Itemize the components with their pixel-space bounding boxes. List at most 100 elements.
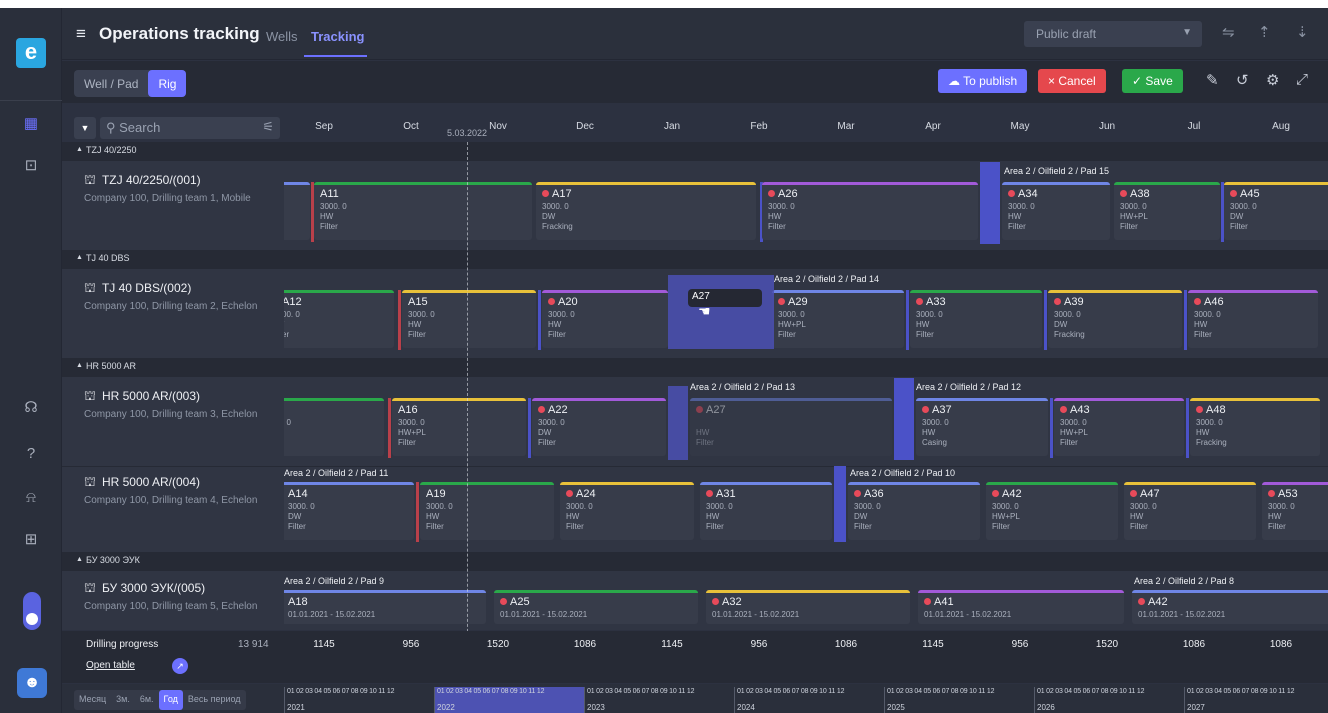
- filter-sliders-icon[interactable]: ⚟: [262, 119, 274, 135]
- upload-icon[interactable]: ⇡: [1258, 23, 1271, 41]
- well-bar[interactable]: . 0: [284, 398, 384, 456]
- well-bar[interactable]: A15 3000. 0 HW Filter: [402, 290, 536, 348]
- well-bar[interactable]: A22 3000. 0 DW Filter: [532, 398, 666, 456]
- support-headset-icon[interactable]: ☊: [21, 398, 41, 418]
- well-bar[interactable]: A45 3000. 0 DW Filter: [1224, 182, 1328, 240]
- well-bar[interactable]: A42 3000. 0 HW+PL Filter: [986, 482, 1118, 540]
- period-6m[interactable]: 6м.: [135, 690, 159, 710]
- well-status-strip: [1132, 590, 1328, 593]
- well-bar[interactable]: A53 3000. 0 HW Filter: [1262, 482, 1328, 540]
- open-arrow-icon[interactable]: ↗: [172, 658, 188, 674]
- pad-label: Area 2 / Oilfield 2 / Pad 10: [850, 468, 956, 478]
- well-name: A48: [1206, 404, 1226, 416]
- well-bar[interactable]: A18 01.01.2021 - 15.02.2021: [284, 590, 486, 624]
- well-bar[interactable]: A48 3000. 0 HW Fracking: [1190, 398, 1320, 456]
- group-header[interactable]: TZJ 40/2250: [62, 142, 1328, 160]
- mode-rig[interactable]: Rig: [148, 70, 187, 97]
- group-header[interactable]: HR 5000 AR: [62, 358, 1328, 376]
- dashboard-grid-icon[interactable]: ▦: [21, 114, 41, 134]
- well-bar[interactable]: A11 3000. 0 HW Filter: [314, 182, 532, 240]
- month-label: Mar: [837, 121, 855, 132]
- well-bar[interactable]: A17 3000. 0 DW Fracking: [536, 182, 756, 240]
- well-type: HW: [1268, 512, 1282, 521]
- filter-row: ▼ ⚲ Search ⚟: [62, 112, 284, 142]
- well-bar[interactable]: A26 3000. 0 HW Filter: [762, 182, 978, 240]
- user-avatar[interactable]: ☻: [17, 668, 47, 698]
- period-year[interactable]: Год: [158, 690, 183, 710]
- history-icon[interactable]: ↺: [1236, 71, 1249, 89]
- well-bar[interactable]: A24 3000. 0 HW Filter: [560, 482, 694, 540]
- period-3m[interactable]: 3м.: [111, 690, 135, 710]
- download-icon[interactable]: ⇣: [1296, 23, 1309, 41]
- drag-preview[interactable]: [668, 275, 774, 349]
- year-scrubber[interactable]: 01 02 03 04 05 06 07 08 09 10 11 12 2021 …: [284, 687, 1328, 713]
- rig-label[interactable]: ⛫ TJ 40 DBS/(002) Company 100, Drilling te…: [84, 280, 284, 312]
- year-block: 01 02 03 04 05 06 07 08 09 10 11 12 2023: [584, 687, 734, 713]
- report-icon[interactable]: ⊡: [21, 156, 41, 176]
- well-bar[interactable]: A41 01.01.2021 - 15.02.2021: [918, 590, 1124, 624]
- rig-label[interactable]: ⛫ TZJ 40/2250/(001) Company 100, Drilling …: [84, 172, 284, 204]
- save-button[interactable]: ✓ Save: [1122, 69, 1183, 93]
- well-bar-ghost[interactable]: A27 HW Filter: [690, 398, 892, 456]
- fullscreen-icon[interactable]: ⤢: [1296, 71, 1308, 88]
- rig-label[interactable]: ⛫ HR 5000 AR/(004) Company 100, Drilling t…: [84, 474, 284, 506]
- period-all[interactable]: Весь период: [183, 690, 246, 710]
- tab-wells[interactable]: Wells: [266, 29, 298, 44]
- group-header[interactable]: TJ 40 DBS: [62, 250, 1328, 268]
- search-icon: ⚲: [106, 120, 120, 135]
- well-bar[interactable]: A19 3000. 0 HW Filter: [420, 482, 554, 540]
- rig-timeline: Area 2 / Oilfield 2 / Pad 11 Area 2 / Oi…: [284, 466, 1328, 550]
- well-name: A46: [1204, 296, 1224, 308]
- well-bar[interactable]: A42 01.01.2021 - 15.02.2021: [1132, 590, 1328, 624]
- well-bar[interactable]: A16 3000. 0 HW+PL Filter: [392, 398, 526, 456]
- well-bar[interactable]: A32 01.01.2021 - 15.02.2021: [706, 590, 910, 624]
- compare-arrows-icon[interactable]: ⇋: [1222, 23, 1235, 41]
- well-bar[interactable]: A33 3000. 0 HW Filter: [910, 290, 1042, 348]
- cancel-button[interactable]: × Cancel: [1038, 69, 1106, 93]
- well-bar[interactable]: A29 3000. 0 HW+PL Filter: [772, 290, 904, 348]
- menu-hamburger-icon[interactable]: ≡: [76, 24, 86, 44]
- well-bar[interactable]: A36 3000. 0 DW Filter: [848, 482, 980, 540]
- year-label: 2024: [737, 703, 755, 712]
- period-month[interactable]: Месяц: [74, 690, 111, 710]
- well-bar[interactable]: A34 3000. 0 HW Filter: [1002, 182, 1110, 240]
- well-bar[interactable]: A1200. 0/er: [284, 290, 394, 348]
- theme-toggle[interactable]: [23, 592, 41, 630]
- search-input[interactable]: ⚲ Search ⚟: [100, 117, 280, 139]
- well-depth: 3000. 0: [1230, 202, 1257, 211]
- rig-label[interactable]: ⛫ БУ 3000 ЭУК/(005) Company 100, Drilling …: [84, 580, 284, 612]
- apps-icon[interactable]: ⊞: [21, 530, 41, 550]
- alert-dot-icon: [706, 490, 713, 497]
- well-bar[interactable]: A14 3000. 0 DW Filter: [284, 482, 414, 540]
- phase-marker: [906, 290, 909, 350]
- year-block: 01 02 03 04 05 06 07 08 09 10 11 12 2026: [1034, 687, 1184, 713]
- edit-pencil-icon[interactable]: ✎: [1206, 71, 1219, 89]
- group-header[interactable]: БУ 3000 ЭУК: [62, 552, 1328, 570]
- well-bar[interactable]: A20 3000. 0 HW Filter: [542, 290, 668, 348]
- app-logo[interactable]: e: [16, 38, 46, 68]
- well-bar[interactable]: A43 3000. 0 HW+PL Filter: [1054, 398, 1184, 456]
- collapse-all-dropdown[interactable]: ▼: [74, 117, 96, 139]
- well-completion: Filter: [854, 522, 872, 531]
- well-bar[interactable]: A47 3000. 0 HW Filter: [1124, 482, 1256, 540]
- publish-button[interactable]: ☁ To publish: [938, 69, 1028, 93]
- well-type: HW: [1130, 512, 1144, 521]
- well-bar[interactable]: [284, 182, 310, 240]
- draft-select[interactable]: Public draft ▼: [1024, 21, 1202, 47]
- well-type: DW: [854, 512, 868, 521]
- settings-gear-icon[interactable]: ⚙: [1266, 71, 1279, 89]
- well-bar[interactable]: A39 3000. 0 DW Fracking: [1048, 290, 1182, 348]
- well-bar[interactable]: A38 3000. 0 HW+PL Filter: [1114, 182, 1220, 240]
- notification-bell-icon[interactable]: ⍾: [21, 488, 41, 508]
- open-table-link[interactable]: Open table: [86, 660, 135, 671]
- well-bar[interactable]: A31 3000. 0 HW Filter: [700, 482, 832, 540]
- rig-label[interactable]: ⛫ HR 5000 AR/(003) Company 100, Drilling t…: [84, 388, 284, 420]
- alert-dot-icon: [992, 490, 999, 497]
- well-bar[interactable]: A46 3000. 0 HW Filter: [1188, 290, 1318, 348]
- tab-tracking[interactable]: Tracking: [311, 29, 364, 44]
- mode-well-pad[interactable]: Well / Pad: [74, 70, 148, 97]
- month-label: Apr: [925, 121, 941, 132]
- well-bar[interactable]: A25 01.01.2021 - 15.02.2021: [494, 590, 698, 624]
- well-bar[interactable]: A37 3000. 0 HW Casing: [916, 398, 1048, 456]
- help-icon[interactable]: ?: [21, 444, 41, 464]
